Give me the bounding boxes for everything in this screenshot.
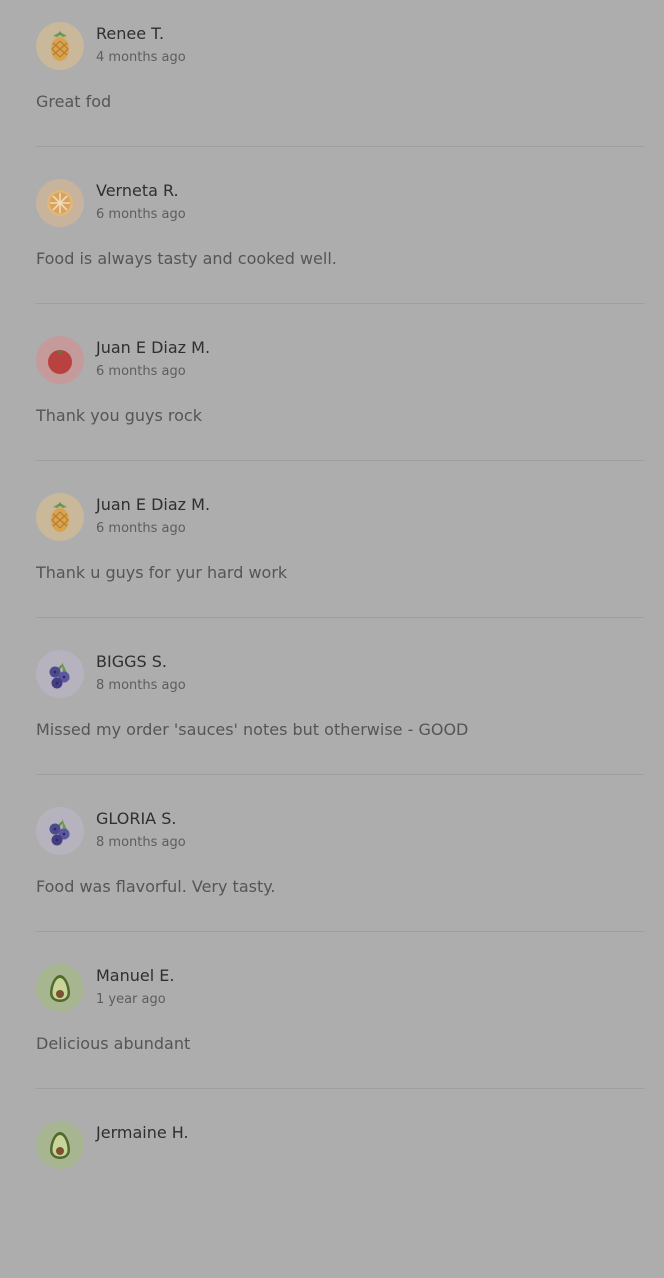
divider	[36, 617, 644, 618]
review-item: Manuel E. 1 year ago Delicious abundant	[36, 964, 644, 1121]
reviewer-name[interactable]: Juan E Diaz M.	[96, 495, 210, 514]
divider	[36, 931, 644, 932]
review-item: Verneta R. 6 months ago Food is always t…	[36, 179, 644, 336]
reviewer-name[interactable]: Jermaine H.	[96, 1123, 189, 1142]
reviewer-name[interactable]: Juan E Diaz M.	[96, 338, 210, 357]
tomato-icon	[36, 336, 84, 384]
review-item: Renee T. 4 months ago Great fod	[36, 22, 644, 179]
avocado-icon	[36, 964, 84, 1012]
review-time: 6 months ago	[96, 521, 186, 536]
avocado-icon	[36, 1121, 84, 1169]
review-item: GLORIA S. 8 months ago Food was flavorfu…	[36, 807, 644, 964]
orange-slice-icon	[36, 179, 84, 227]
review-time: 8 months ago	[96, 678, 186, 693]
blueberries-icon	[36, 650, 84, 698]
reviewer-name[interactable]: Renee T.	[96, 24, 164, 43]
review-text: Food is always tasty and cooked well.	[36, 249, 337, 268]
review-time: 6 months ago	[96, 207, 186, 222]
reviewer-name[interactable]: GLORIA S.	[96, 809, 176, 828]
reviewer-name[interactable]: Manuel E.	[96, 966, 174, 985]
review-time: 8 months ago	[96, 835, 186, 850]
review-item: BIGGS S. 8 months ago Missed my order 's…	[36, 650, 644, 807]
review-time: 6 months ago	[96, 364, 186, 379]
blueberries-icon	[36, 807, 84, 855]
review-text: Missed my order 'sauces' notes but other…	[36, 720, 469, 739]
review-time: 1 year ago	[96, 992, 166, 1007]
review-text: Delicious abundant	[36, 1034, 191, 1053]
divider	[36, 303, 644, 304]
divider	[36, 1088, 644, 1089]
review-text: Food was flavorful. Very tasty.	[36, 877, 276, 896]
divider	[36, 146, 644, 147]
divider	[36, 774, 644, 775]
review-item: Juan E Diaz M. 6 months ago Thank u guys…	[36, 493, 644, 650]
review-text: Thank you guys rock	[36, 406, 202, 425]
review-text: Thank u guys for yur hard work	[36, 563, 288, 582]
pineapple-icon	[36, 22, 84, 70]
review-item: Juan E Diaz M. 6 months ago Thank you gu…	[36, 336, 644, 493]
review-item: Jermaine H.	[36, 1121, 644, 1278]
review-text: Great fod	[36, 92, 112, 111]
reviewer-name[interactable]: BIGGS S.	[96, 652, 167, 671]
reviewer-name[interactable]: Verneta R.	[96, 181, 179, 200]
pineapple-icon	[36, 493, 84, 541]
review-time: 4 months ago	[96, 50, 186, 65]
divider	[36, 460, 644, 461]
